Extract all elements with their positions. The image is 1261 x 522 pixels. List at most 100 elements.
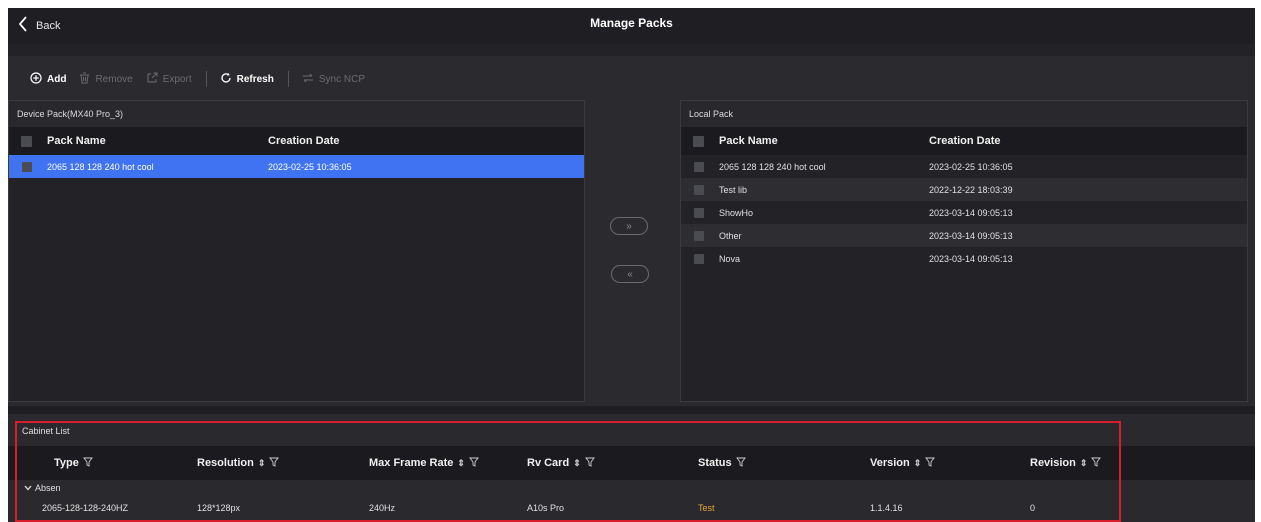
row-checkbox[interactable]	[694, 161, 704, 172]
refresh-icon	[220, 72, 232, 87]
filter-icon[interactable]	[584, 457, 595, 470]
creation-date-cell: 2023-03-14 09:05:13	[929, 253, 1013, 264]
type-cell: 2065-128-128-240HZ	[42, 503, 129, 513]
remove-button[interactable]: Remove	[79, 72, 133, 87]
column-header-resolution[interactable]: Resolution ⇕	[197, 457, 369, 470]
filter-icon[interactable]	[469, 457, 479, 470]
local-pack-panel: Local Pack Pack Name Creation Date 2065 …	[680, 100, 1248, 402]
sync-ncp-label: Sync NCP	[318, 73, 365, 85]
rv-card-cell: A10s Pro	[527, 503, 565, 513]
creation-date-cell: 2023-03-14 09:05:13	[929, 230, 1013, 241]
column-header-version[interactable]: Version ⇕	[870, 457, 1030, 470]
table-row[interactable]: ShowHo 2023-03-14 09:05:13	[681, 201, 1247, 224]
filter-icon[interactable]	[735, 457, 746, 470]
sort-icon[interactable]: ⇕	[1080, 458, 1088, 469]
title-bar: Back Manage Packs	[8, 8, 1255, 44]
sync-arrows-icon	[302, 73, 314, 86]
column-label: Type	[54, 457, 79, 469]
export-label: Export	[162, 73, 192, 85]
sort-icon[interactable]: ⇕	[573, 458, 581, 469]
sort-icon[interactable]: ⇕	[914, 458, 922, 469]
column-header-pack-name[interactable]: Pack Name	[704, 135, 929, 147]
select-all-checkbox[interactable]	[21, 135, 32, 147]
column-label: Version	[870, 457, 910, 469]
table-row[interactable]: 2065-128-128-240HZ 128*128px 240Hz A10s …	[8, 497, 1255, 519]
creation-date-cell: 2023-02-25 10:36:05	[268, 161, 352, 172]
creation-date-cell: 2023-03-14 09:05:13	[929, 207, 1013, 218]
pack-name-cell: 2065 128 128 240 hot cool	[47, 161, 154, 172]
table-row[interactable]: Nova 2023-03-14 09:05:13	[681, 247, 1247, 270]
column-header-max-frame-rate[interactable]: Max Frame Rate ⇕	[369, 457, 527, 470]
table-row[interactable]: Test lib 2022-12-22 18:03:39	[681, 178, 1247, 201]
chevron-down-icon[interactable]	[24, 480, 32, 497]
filter-icon[interactable]	[1091, 457, 1102, 470]
column-label: Max Frame Rate	[369, 457, 454, 469]
column-label: Status	[698, 457, 732, 469]
device-pack-panel: Device Pack(MX40 Pro_3) Pack Name Creati…	[8, 100, 585, 402]
toolbar-divider	[287, 71, 289, 87]
add-circle-icon	[30, 71, 42, 87]
cabinet-list-panel: Cabinet List Type Resolution ⇕ Max Frame…	[8, 416, 1255, 522]
column-header-status[interactable]: Status	[698, 457, 870, 470]
status-cell: Test	[698, 503, 715, 513]
manage-packs-window: Back Manage Packs Add Remove Export Refr…	[8, 8, 1255, 522]
select-all-checkbox[interactable]	[693, 135, 704, 147]
local-pack-title: Local Pack	[681, 101, 1247, 127]
creation-date-cell: 2023-02-25 10:36:05	[929, 161, 1013, 172]
cabinet-table-header: Type Resolution ⇕ Max Frame Rate ⇕ Rv Ca…	[8, 446, 1255, 480]
pack-name-cell: Nova	[719, 253, 741, 264]
add-button[interactable]: Add	[30, 71, 67, 87]
row-checkbox[interactable]	[22, 161, 32, 172]
column-header-creation-date[interactable]: Creation Date	[268, 135, 340, 147]
add-label: Add	[47, 73, 67, 85]
column-header-creation-date[interactable]: Creation Date	[929, 135, 1001, 147]
table-row[interactable]: Other 2023-03-14 09:05:13	[681, 224, 1247, 247]
local-pack-table-header: Pack Name Creation Date	[681, 127, 1247, 155]
table-row[interactable]: 2065 128 128 240 hot cool 2023-02-25 10:…	[9, 155, 584, 178]
creation-date-cell: 2022-12-22 18:03:39	[929, 184, 1013, 195]
device-pack-table-header: Pack Name Creation Date	[9, 127, 584, 155]
version-cell: 1.1.4.16	[870, 503, 903, 513]
device-pack-title: Device Pack(MX40 Pro_3)	[9, 101, 584, 127]
header-divider	[8, 44, 1255, 56]
column-label: Revision	[1030, 457, 1076, 469]
column-header-pack-name[interactable]: Pack Name	[32, 135, 268, 147]
row-checkbox[interactable]	[694, 207, 704, 218]
filter-icon[interactable]	[925, 457, 936, 470]
move-to-local-button[interactable]: »	[610, 217, 648, 235]
filter-icon[interactable]	[269, 457, 280, 470]
frame-rate-cell: 240Hz	[369, 503, 396, 513]
column-header-rv-card[interactable]: Rv Card ⇕	[527, 457, 698, 470]
double-chevron-left-icon: «	[627, 268, 633, 280]
pack-name-cell: ShowHo	[719, 207, 754, 218]
refresh-button[interactable]: Refresh	[220, 72, 274, 87]
column-label: Rv Card	[527, 457, 570, 469]
toolbar: Add Remove Export Refresh Sync NCP	[8, 64, 365, 94]
section-divider	[8, 406, 1255, 414]
sort-icon[interactable]: ⇕	[258, 458, 266, 469]
revision-cell: 0	[1030, 503, 1036, 513]
export-icon	[146, 72, 158, 87]
row-checkbox[interactable]	[694, 253, 704, 264]
group-row-absen[interactable]: Absen	[8, 480, 1255, 497]
resolution-cell: 128*128px	[197, 503, 241, 513]
column-label: Resolution	[197, 457, 254, 469]
filter-icon[interactable]	[82, 457, 93, 470]
sort-icon[interactable]: ⇕	[457, 458, 465, 469]
column-header-revision[interactable]: Revision ⇕	[1030, 457, 1150, 470]
sync-ncp-button[interactable]: Sync NCP	[302, 73, 365, 86]
row-checkbox[interactable]	[694, 230, 704, 241]
move-to-device-button[interactable]: «	[611, 265, 649, 283]
row-checkbox[interactable]	[694, 184, 704, 195]
export-button[interactable]: Export	[146, 72, 192, 87]
remove-label: Remove	[95, 73, 133, 85]
group-label: Absen	[35, 483, 61, 493]
pack-name-cell: 2065 128 128 240 hot cool	[719, 161, 826, 172]
table-row[interactable]: 2065 128 128 240 hot cool 2023-02-25 10:…	[681, 155, 1247, 178]
column-header-type[interactable]: Type	[8, 457, 197, 470]
pack-name-cell: Test lib	[719, 184, 748, 195]
double-chevron-right-icon: »	[626, 220, 632, 232]
pack-name-cell: Other	[719, 230, 742, 241]
toolbar-divider	[205, 71, 207, 87]
page-title: Manage Packs	[590, 16, 673, 30]
